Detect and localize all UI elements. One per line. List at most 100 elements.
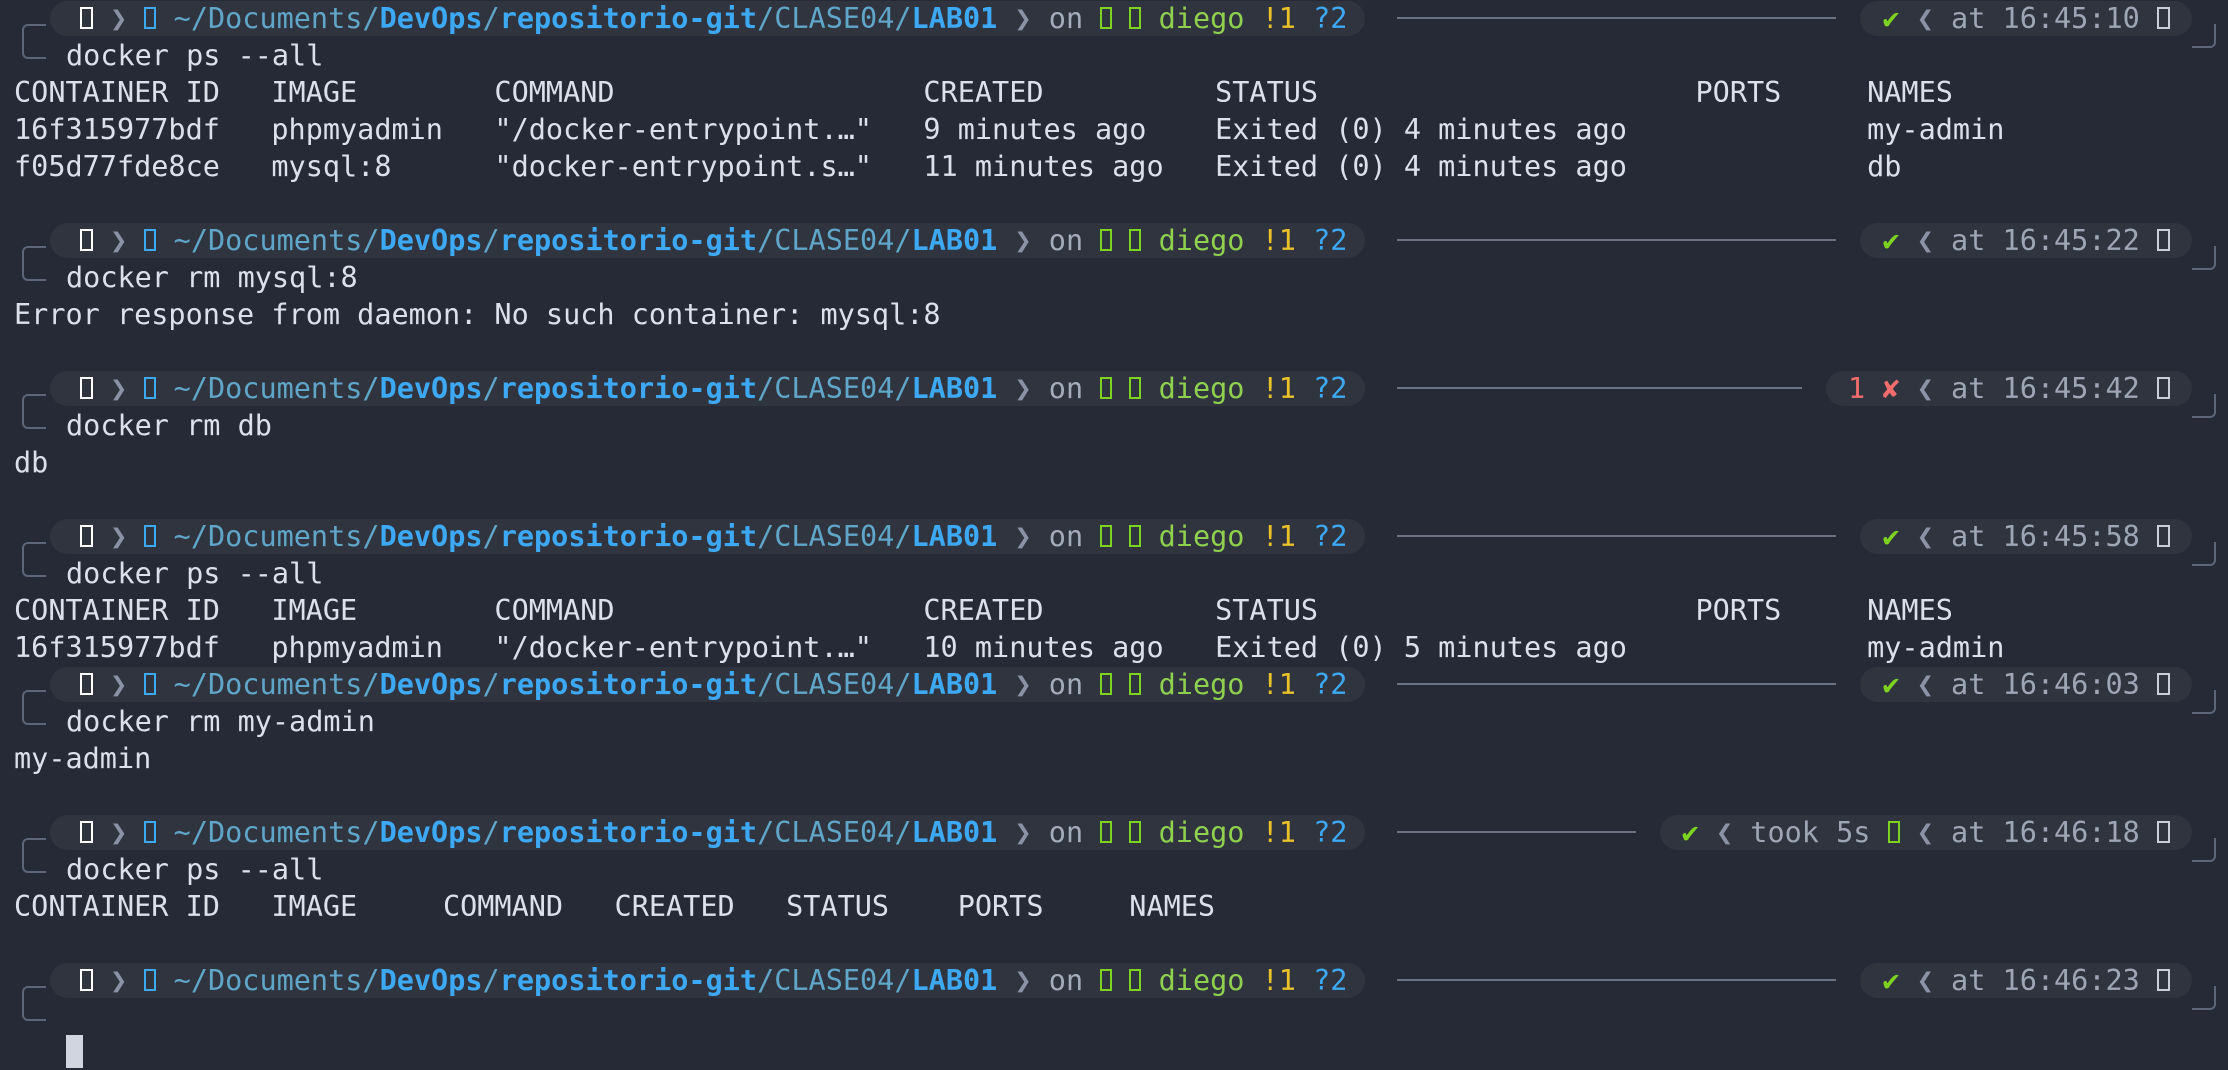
git-icon [1100,7,1113,29]
command-line[interactable]: docker rm my-admin [0,703,2228,740]
prompt-bracket-bottom [22,37,46,59]
segment-separator: ❮ [1899,224,1952,257]
path-part: LAB01 [911,816,998,849]
git-icon [1100,525,1113,547]
command-text: docker rm my-admin [66,705,375,738]
prompt-line: ❯ ~/Documents/DevOps/repositorio-git/CLA… [0,814,2228,867]
path-part: DevOps [379,520,483,553]
current-path[interactable]: ~/Documents/DevOps/repositorio-git/CLASE… [174,520,998,553]
branch-icon [1129,7,1142,29]
prompt-right-segment: ✔ ❮ at 16:46:23 [1860,963,2192,998]
prompt-timestamp: 16:46:23 [2002,964,2140,997]
path-part: repositorio-git [499,224,758,257]
path-part: ~/Documents/ [173,964,380,997]
git-on-label: on [1048,224,1084,257]
folder-icon [144,969,157,991]
prompt-filler-line [1397,683,1837,685]
segment-separator: ❯ [93,668,145,701]
apple-logo-icon [80,673,93,695]
apple-logo-icon [80,525,93,547]
prompt-bracket-bottom [22,407,46,429]
time-at-label: at [1951,964,1986,997]
path-part: / [482,520,500,553]
path-part: repositorio-git [499,816,758,849]
git-icon [1100,673,1113,695]
folder-icon [144,525,157,547]
path-part: / [482,372,500,405]
clock-icon [2157,229,2170,251]
path-part: /CLASE04/ [757,224,912,257]
command-line[interactable]: docker ps --all [0,851,2228,888]
segment-separator: ❯ [997,964,1049,997]
prompt-timestamp: 16:45:58 [2002,520,2140,553]
prompt-left-segment: ❯ ~/Documents/DevOps/repositorio-git/CLA… [50,667,1366,702]
path-part: / [482,2,500,35]
command-text: docker ps --all [66,557,324,590]
output-line: CONTAINER ID IMAGE COMMAND CREATED STATU… [14,76,1953,109]
current-path[interactable]: ~/Documents/DevOps/repositorio-git/CLASE… [174,816,998,849]
git-modified-count: !1 [1261,520,1296,553]
current-path[interactable]: ~/Documents/DevOps/repositorio-git/CLASE… [174,2,998,35]
current-path[interactable]: ~/Documents/DevOps/repositorio-git/CLASE… [174,372,998,405]
command-line[interactable] [0,999,2228,1036]
path-part: repositorio-git [499,668,758,701]
path-part: repositorio-git [499,2,758,35]
segment-separator: ❯ [93,372,145,405]
git-untracked-count: ?2 [1313,224,1348,257]
git-icon [1100,229,1113,251]
path-part: DevOps [379,372,483,405]
prompt-filler-line [1397,535,1837,537]
git-modified-count: !1 [1261,668,1296,701]
command-text: docker ps --all [66,39,324,72]
git-untracked-count: ?2 [1313,2,1348,35]
current-path[interactable]: ~/Documents/DevOps/repositorio-git/CLASE… [174,964,998,997]
exit-code: 1 [1848,372,1866,405]
prompt-bracket-bottom [22,259,46,281]
output-line: 16f315977bdf phpmyadmin "/docker-entrypo… [14,631,2005,664]
terminal-cursor[interactable] [66,1035,83,1068]
time-at-label: at [1951,520,1986,553]
command-text: docker rm mysql:8 [66,261,358,294]
branch-icon [1129,229,1142,251]
prompt-left-segment: ❯ ~/Documents/DevOps/repositorio-git/CLA… [50,1,1366,36]
git-branch-name: diego [1158,372,1245,405]
success-check-icon: ✔ [1681,816,1699,849]
branch-icon [1129,673,1142,695]
path-part: ~/Documents/ [173,2,380,35]
command-line[interactable]: docker ps --all [0,555,2228,592]
git-branch-name: diego [1158,224,1245,257]
git-icon [1100,377,1113,399]
time-at-label: at [1951,372,1986,405]
prompt-right-segment: ✔ ❮ at 16:46:03 [1860,667,2192,702]
output-line: db [14,446,49,479]
success-check-icon: ✔ [1882,668,1900,701]
prompt-right-segment: ✔ ❮ at 16:45:22 [1860,223,2192,258]
clock-icon [2157,673,2170,695]
git-branch-name: diego [1158,520,1245,553]
prompt-left-segment: ❯ ~/Documents/DevOps/repositorio-git/CLA… [50,519,1366,554]
current-path[interactable]: ~/Documents/DevOps/repositorio-git/CLASE… [174,224,998,257]
prompt-line: ❯ ~/Documents/DevOps/repositorio-git/CLA… [0,666,2228,719]
folder-icon [144,7,157,29]
apple-logo-icon [80,229,93,251]
output-line: Error response from daemon: No such cont… [14,298,941,331]
segment-separator: ❯ [997,520,1049,553]
git-modified-count: !1 [1261,964,1296,997]
git-branch-name: diego [1158,964,1245,997]
segment-separator: ❯ [93,520,145,553]
apple-logo-icon [80,7,93,29]
segment-separator: ❮ [1899,816,1952,849]
current-path[interactable]: ~/Documents/DevOps/repositorio-git/CLASE… [174,668,998,701]
segment-separator: ❯ [997,668,1049,701]
path-part: /CLASE04/ [757,964,912,997]
path-part: /CLASE04/ [757,2,912,35]
success-check-icon: ✔ [1882,224,1900,257]
prompt-line: ❯ ~/Documents/DevOps/repositorio-git/CLA… [0,222,2228,275]
prompt-filler-line [1397,979,1837,981]
command-line[interactable]: docker rm db [0,407,2228,444]
time-at-label: at [1951,668,1986,701]
path-part: LAB01 [911,372,998,405]
success-check-icon: ✔ [1882,2,1900,35]
command-line[interactable]: docker ps --all [0,37,2228,74]
command-line[interactable]: docker rm mysql:8 [0,259,2228,296]
